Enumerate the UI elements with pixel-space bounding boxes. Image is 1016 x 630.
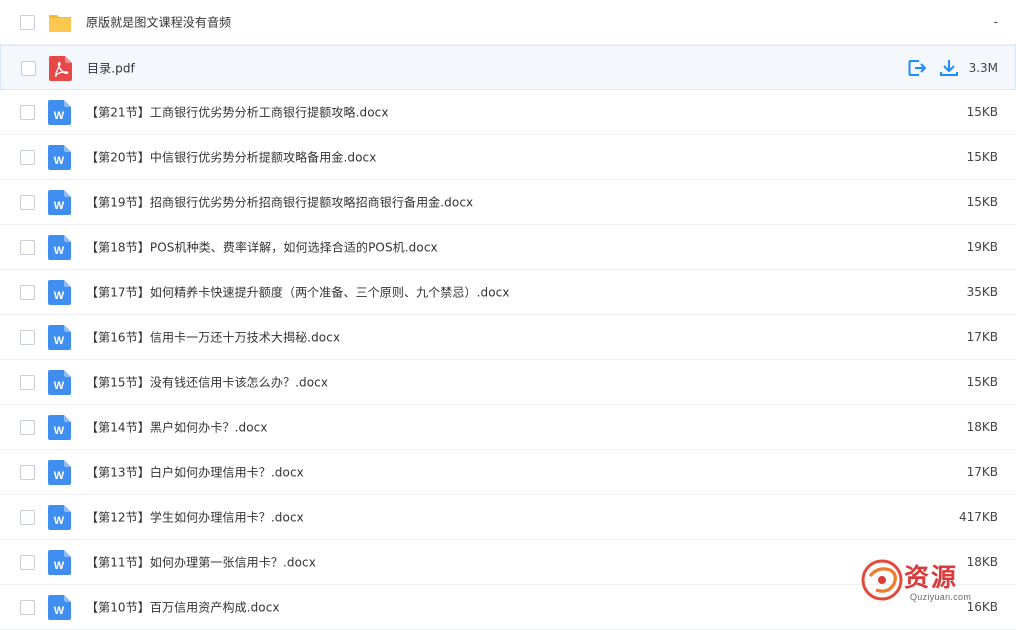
- word-doc-icon: W: [48, 505, 71, 530]
- word-doc-icon: W: [48, 415, 71, 440]
- file-name[interactable]: 【第16节】信用卡一万还十万技术大揭秘.docx: [86, 329, 340, 346]
- file-name[interactable]: 【第10节】百万信用资产构成.docx: [86, 599, 280, 616]
- file-name[interactable]: 【第11节】如何办理第一张信用卡？.docx: [86, 554, 316, 571]
- file-size: 35KB: [967, 285, 998, 299]
- row-checkbox[interactable]: [20, 330, 35, 345]
- row-checkbox[interactable]: [20, 420, 35, 435]
- file-row[interactable]: W 【第20节】中信银行优劣势分析提额攻略备用金.docx 15KB: [0, 135, 1016, 180]
- file-row[interactable]: W 【第10节】百万信用资产构成.docx 16KB: [0, 585, 1016, 630]
- word-doc-icon: W: [48, 190, 71, 215]
- file-size: 15KB: [967, 375, 998, 389]
- file-size: 19KB: [967, 240, 998, 254]
- file-row[interactable]: W 【第21节】工商银行优劣势分析工商银行提额攻略.docx 15KB: [0, 90, 1016, 135]
- svg-text:W: W: [54, 155, 65, 167]
- file-name[interactable]: 【第13节】白户如何办理信用卡？.docx: [86, 464, 304, 481]
- file-size: -: [994, 15, 998, 29]
- file-name[interactable]: 【第12节】学生如何办理信用卡？.docx: [86, 509, 304, 526]
- file-row[interactable]: W 【第16节】信用卡一万还十万技术大揭秘.docx 17KB: [0, 315, 1016, 360]
- file-size: 3.3M: [969, 61, 998, 75]
- word-doc-icon: W: [48, 370, 71, 395]
- file-size: 417KB: [959, 510, 998, 524]
- file-name[interactable]: 目录.pdf: [87, 59, 135, 76]
- row-checkbox[interactable]: [20, 555, 35, 570]
- row-checkbox[interactable]: [20, 240, 35, 255]
- file-row[interactable]: W 【第18节】POS机种类、费率详解，如何选择合适的POS机.docx 19KB: [0, 225, 1016, 270]
- row-checkbox[interactable]: [20, 600, 35, 615]
- svg-text:W: W: [54, 290, 65, 302]
- svg-text:W: W: [54, 380, 65, 392]
- folder-row[interactable]: 原版就是图文课程没有音频 -: [0, 0, 1016, 45]
- file-row[interactable]: W 【第17节】如何精养卡快速提升额度（两个准备、三个原则、九个禁忌）.docx 3…: [0, 270, 1016, 315]
- svg-text:W: W: [54, 470, 65, 482]
- svg-text:W: W: [54, 605, 65, 617]
- file-name[interactable]: 【第14节】黑户如何办卡？.docx: [86, 419, 268, 436]
- row-checkbox[interactable]: [20, 15, 35, 30]
- file-row[interactable]: 目录.pdf 3.3M: [0, 45, 1016, 90]
- row-checkbox[interactable]: [21, 61, 36, 76]
- row-checkbox[interactable]: [20, 105, 35, 120]
- file-name[interactable]: 【第18节】POS机种类、费率详解，如何选择合适的POS机.docx: [86, 239, 438, 256]
- word-doc-icon: W: [48, 595, 71, 620]
- row-checkbox[interactable]: [20, 510, 35, 525]
- row-checkbox[interactable]: [20, 285, 35, 300]
- file-size: 17KB: [967, 465, 998, 479]
- download-icon[interactable]: [939, 58, 959, 78]
- file-row[interactable]: W 【第19节】招商银行优劣势分析招商银行提额攻略招商银行备用金.docx 15KB: [0, 180, 1016, 225]
- word-doc-icon: W: [48, 550, 71, 575]
- file-name[interactable]: 【第15节】没有钱还信用卡该怎么办？.docx: [86, 374, 328, 391]
- row-checkbox[interactable]: [20, 150, 35, 165]
- file-row[interactable]: W 【第14节】黑户如何办卡？.docx 18KB: [0, 405, 1016, 450]
- file-name[interactable]: 【第19节】招商银行优劣势分析招商银行提额攻略招商银行备用金.docx: [86, 194, 473, 211]
- word-doc-icon: W: [48, 325, 71, 350]
- row-checkbox[interactable]: [20, 465, 35, 480]
- folder-icon: [47, 10, 70, 35]
- file-name[interactable]: 【第17节】如何精养卡快速提升额度（两个准备、三个原则、九个禁忌）.docx: [86, 284, 510, 301]
- file-row[interactable]: W 【第13节】白户如何办理信用卡？.docx 17KB: [0, 450, 1016, 495]
- file-size: 18KB: [967, 555, 998, 569]
- file-row[interactable]: W 【第15节】没有钱还信用卡该怎么办？.docx 15KB: [0, 360, 1016, 405]
- file-name[interactable]: 【第20节】中信银行优劣势分析提额攻略备用金.docx: [86, 149, 376, 166]
- pdf-icon: [49, 56, 72, 81]
- svg-text:W: W: [54, 200, 65, 212]
- file-row[interactable]: W 【第12节】学生如何办理信用卡？.docx 417KB: [0, 495, 1016, 540]
- word-doc-icon: W: [48, 145, 71, 170]
- share-icon[interactable]: [907, 58, 927, 78]
- file-name[interactable]: 原版就是图文课程没有音频: [86, 14, 231, 31]
- word-doc-icon: W: [48, 460, 71, 485]
- row-checkbox[interactable]: [20, 195, 35, 210]
- file-size: 15KB: [967, 150, 998, 164]
- file-name[interactable]: 【第21节】工商银行优劣势分析工商银行提额攻略.docx: [86, 104, 389, 121]
- file-size: 17KB: [967, 330, 998, 344]
- file-list: 原版就是图文课程没有音频 - 目录.pdf 3.3M W 【第21节】工商银行优劣势分析工…: [0, 0, 1016, 630]
- row-checkbox[interactable]: [20, 375, 35, 390]
- word-doc-icon: W: [48, 235, 71, 260]
- word-doc-icon: W: [48, 100, 71, 125]
- file-size: 15KB: [967, 105, 998, 119]
- svg-text:W: W: [54, 245, 65, 257]
- svg-text:W: W: [54, 425, 65, 437]
- file-size: 18KB: [967, 420, 998, 434]
- file-row[interactable]: W 【第11节】如何办理第一张信用卡？.docx 18KB: [0, 540, 1016, 585]
- svg-text:W: W: [54, 515, 65, 527]
- svg-text:W: W: [54, 110, 65, 122]
- file-size: 15KB: [967, 195, 998, 209]
- svg-text:W: W: [54, 560, 65, 572]
- word-doc-icon: W: [48, 280, 71, 305]
- svg-text:W: W: [54, 335, 65, 347]
- file-size: 16KB: [967, 600, 998, 614]
